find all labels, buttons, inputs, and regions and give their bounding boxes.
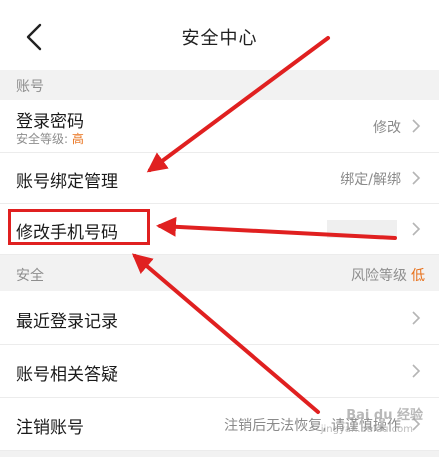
security-level-value: 高 [71, 132, 84, 146]
watermark-brand: Bai du 经验 [346, 408, 423, 423]
row-title: 账号相关答疑 [16, 365, 118, 385]
risk-level-value: 低 [411, 268, 425, 284]
chevron-right-icon [412, 364, 421, 378]
row-title: 登录密码 [16, 112, 84, 132]
section-label-account: 账号 [16, 79, 44, 95]
chevron-right-icon [412, 119, 421, 133]
top-bar: 安全中心 [0, 0, 439, 70]
row-title: 最近登录记录 [16, 312, 118, 332]
risk-level: 风险等级低 [351, 268, 425, 284]
section-header-account: 账号 [0, 70, 439, 100]
watermark-url: jingyan.baidu.com [320, 424, 413, 435]
row-action: 绑定/解绑 [340, 172, 401, 188]
row-recent-login[interactable]: 最近登录记录 [0, 291, 439, 345]
row-title: 账号绑定管理 [16, 172, 118, 192]
section-header-security: 安全 风险等级低 [0, 255, 439, 291]
masked-phone-number [327, 220, 397, 238]
row-login-password[interactable]: 登录密码 安全等级: 高 修改 [0, 100, 439, 153]
chevron-right-icon [412, 171, 421, 185]
chevron-right-icon [412, 222, 421, 236]
row-account-binding[interactable]: 账号绑定管理 绑定/解绑 [0, 153, 439, 204]
page-title: 安全中心 [181, 28, 258, 49]
section-label-security: 安全 [16, 268, 44, 284]
row-action: 修改 [373, 120, 401, 136]
row-title: 注销账号 [16, 418, 84, 438]
chevron-right-icon [412, 311, 421, 325]
row-account-qa[interactable]: 账号相关答疑 [0, 345, 439, 398]
security-level-text: 安全等级: 高 [16, 132, 84, 146]
highlight-box [8, 209, 150, 245]
